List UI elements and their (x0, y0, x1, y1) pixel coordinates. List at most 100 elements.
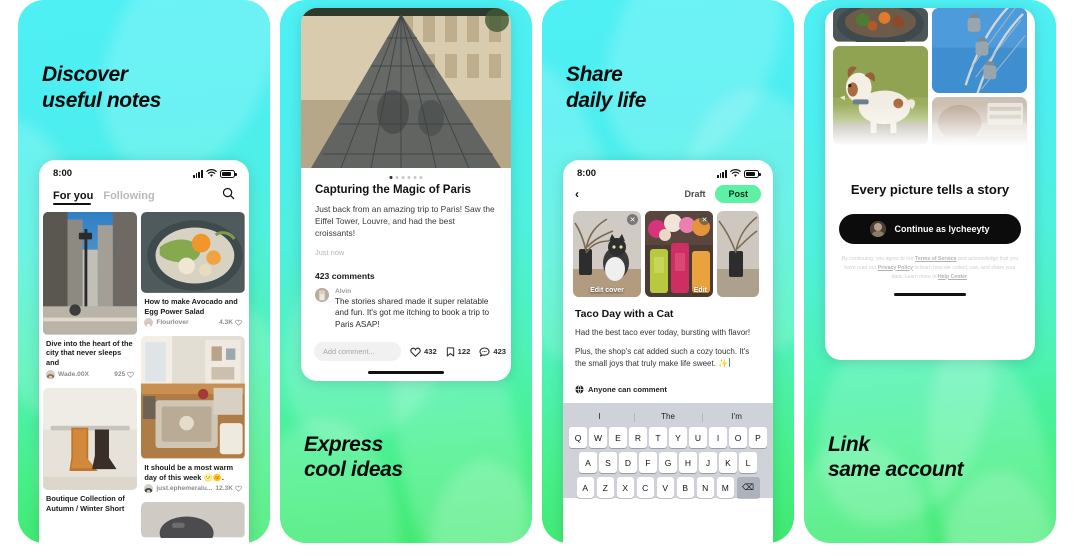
battery-icon (220, 169, 237, 178)
help-center-link[interactable]: Help Center (938, 274, 967, 280)
photo-fade-overlay (825, 104, 1035, 158)
like-action[interactable]: 432 (410, 347, 437, 357)
key-p[interactable]: P (749, 427, 767, 448)
key-y[interactable]: Y (669, 427, 687, 448)
card-title: It should be a most warm day of this wee… (144, 462, 234, 482)
thumbnail-avocado-salad (141, 212, 245, 293)
suggestion-chip[interactable]: I'm (702, 408, 771, 427)
feed-masonry: Dive into the heart of the city that nev… (39, 212, 249, 538)
key-l[interactable]: L (739, 452, 757, 473)
card-title: Boutique Collection of Autumn / Winter S… (46, 493, 125, 513)
feed-card[interactable]: How to make Avocado and Egg Power Salad … (141, 212, 245, 332)
key-a[interactable]: A (579, 452, 597, 473)
key-r[interactable]: R (629, 427, 647, 448)
heart-icon (235, 486, 242, 493)
key-d[interactable]: D (619, 452, 637, 473)
heart-icon (127, 371, 135, 378)
home-indicator (368, 371, 444, 375)
bookmark-action[interactable]: 122 (446, 347, 470, 357)
card-username[interactable]: just.ephemeralu... (156, 485, 212, 492)
feed-tabs: For you Following (39, 183, 249, 212)
legal-disclaimer: By continuing, you agree to our Terms of… (841, 255, 1019, 280)
wifi-icon (730, 169, 741, 177)
key-k[interactable]: K (719, 452, 737, 473)
comment-count: 423 comments (315, 270, 375, 281)
privacy-policy-link[interactable]: Privacy Policy (878, 265, 913, 271)
keyboard-suggestions: I The I'm (565, 408, 771, 427)
key-t[interactable]: T (649, 427, 667, 448)
key-w[interactable]: W (589, 427, 607, 448)
key-g[interactable]: G (659, 452, 677, 473)
key-i[interactable]: I (709, 427, 727, 448)
key-n[interactable]: N (696, 477, 714, 498)
card-title: How to make Avocado and Egg Power Salad (144, 296, 238, 316)
key-e[interactable]: E (609, 427, 627, 448)
key-x[interactable]: X (616, 477, 634, 498)
keyboard-row-2: A S D F G H J K L (565, 452, 771, 473)
feed-card[interactable]: Dive into the heart of the city that nev… (43, 212, 138, 383)
composer-paragraph[interactable]: Had the best taco ever today, bursting w… (563, 327, 773, 346)
comment-action[interactable]: 423 (479, 347, 506, 357)
card-likes[interactable]: 925 (114, 371, 135, 378)
keyboard-row-3: A Z X C V B N M ⌫ (565, 477, 771, 498)
key-b[interactable]: B (676, 477, 694, 498)
tab-following[interactable]: Following (103, 190, 154, 202)
key-shift[interactable]: A (576, 477, 594, 498)
card-likes[interactable]: 12.3K (215, 485, 242, 492)
globe-icon (575, 385, 584, 394)
suggestion-chip[interactable]: I (565, 408, 634, 427)
bookmark-icon (446, 347, 454, 357)
card-title: Dive into the heart of the city that nev… (46, 338, 133, 368)
avatar (144, 484, 154, 494)
search-icon[interactable] (222, 187, 235, 205)
key-c[interactable]: C (636, 477, 654, 498)
status-time: 8:00 (53, 168, 73, 179)
comment-permission-row[interactable]: Anyone can comment (563, 377, 773, 403)
key-q[interactable]: Q (569, 427, 587, 448)
edit-label[interactable]: Edit (645, 285, 713, 297)
app-preview-gallery: Discover useful notes 8:00 For you Follo… (0, 0, 1080, 557)
post-button[interactable]: Post (715, 185, 761, 203)
heart-icon (410, 347, 421, 357)
edit-cover-label[interactable]: Edit cover (573, 285, 641, 297)
card-username[interactable]: Flourlover (156, 319, 188, 326)
close-icon[interactable]: ✕ (627, 214, 638, 225)
continue-label: Continue as lycheeyty (894, 223, 990, 234)
key-v[interactable]: V (656, 477, 674, 498)
post-title: Capturing the Magic of Paris (315, 184, 471, 196)
media-thumb[interactable]: ✕ Edit cover (573, 211, 641, 297)
tab-for-you[interactable]: For you (53, 190, 93, 205)
key-f[interactable]: F (639, 452, 657, 473)
feed-card[interactable]: Boutique Collection of Autumn / Winter S… (43, 387, 138, 516)
comment-author[interactable]: Alvin (335, 288, 497, 295)
key-m[interactable]: M (716, 477, 734, 498)
key-u[interactable]: U (689, 427, 707, 448)
continue-as-button[interactable]: Continue as lycheeyty (839, 213, 1021, 244)
feed-card[interactable] (141, 502, 245, 538)
card-likes[interactable]: 4.3K (219, 319, 242, 326)
key-o[interactable]: O (729, 427, 747, 448)
composer-paragraph[interactable]: Plus, the shop's cat added such a cozy t… (563, 346, 773, 377)
card-username[interactable]: Wade.00X (58, 371, 89, 378)
close-icon[interactable]: ✕ (699, 214, 710, 225)
post-action-bar: Add comment... 432 122 423 (301, 330, 511, 371)
key-j[interactable]: J (699, 452, 717, 473)
key-backspace[interactable]: ⌫ (736, 477, 760, 498)
key-z[interactable]: Z (596, 477, 614, 498)
preview-panel-discover: Discover useful notes 8:00 For you Follo… (18, 0, 270, 543)
suggestion-chip[interactable]: The (633, 408, 703, 427)
add-comment-input[interactable]: Add comment... (314, 342, 401, 362)
feed-card[interactable]: It should be a most warm day of this wee… (141, 336, 245, 498)
carousel-dots[interactable] (389, 176, 423, 179)
back-chevron-icon[interactable]: ‹ (575, 188, 579, 200)
composer-title[interactable]: Taco Day with a Cat (563, 297, 773, 327)
post-timestamp: Just now (315, 247, 345, 257)
media-thumb[interactable]: ✕ Edit (645, 211, 713, 297)
heart-icon (235, 320, 242, 327)
key-h[interactable]: H (679, 452, 697, 473)
terms-of-service-link[interactable]: Terms of Service (915, 256, 956, 262)
key-s[interactable]: S (599, 452, 617, 473)
draft-button[interactable]: Draft (684, 189, 705, 199)
avatar[interactable] (315, 287, 329, 302)
media-thumb[interactable] (717, 211, 759, 297)
